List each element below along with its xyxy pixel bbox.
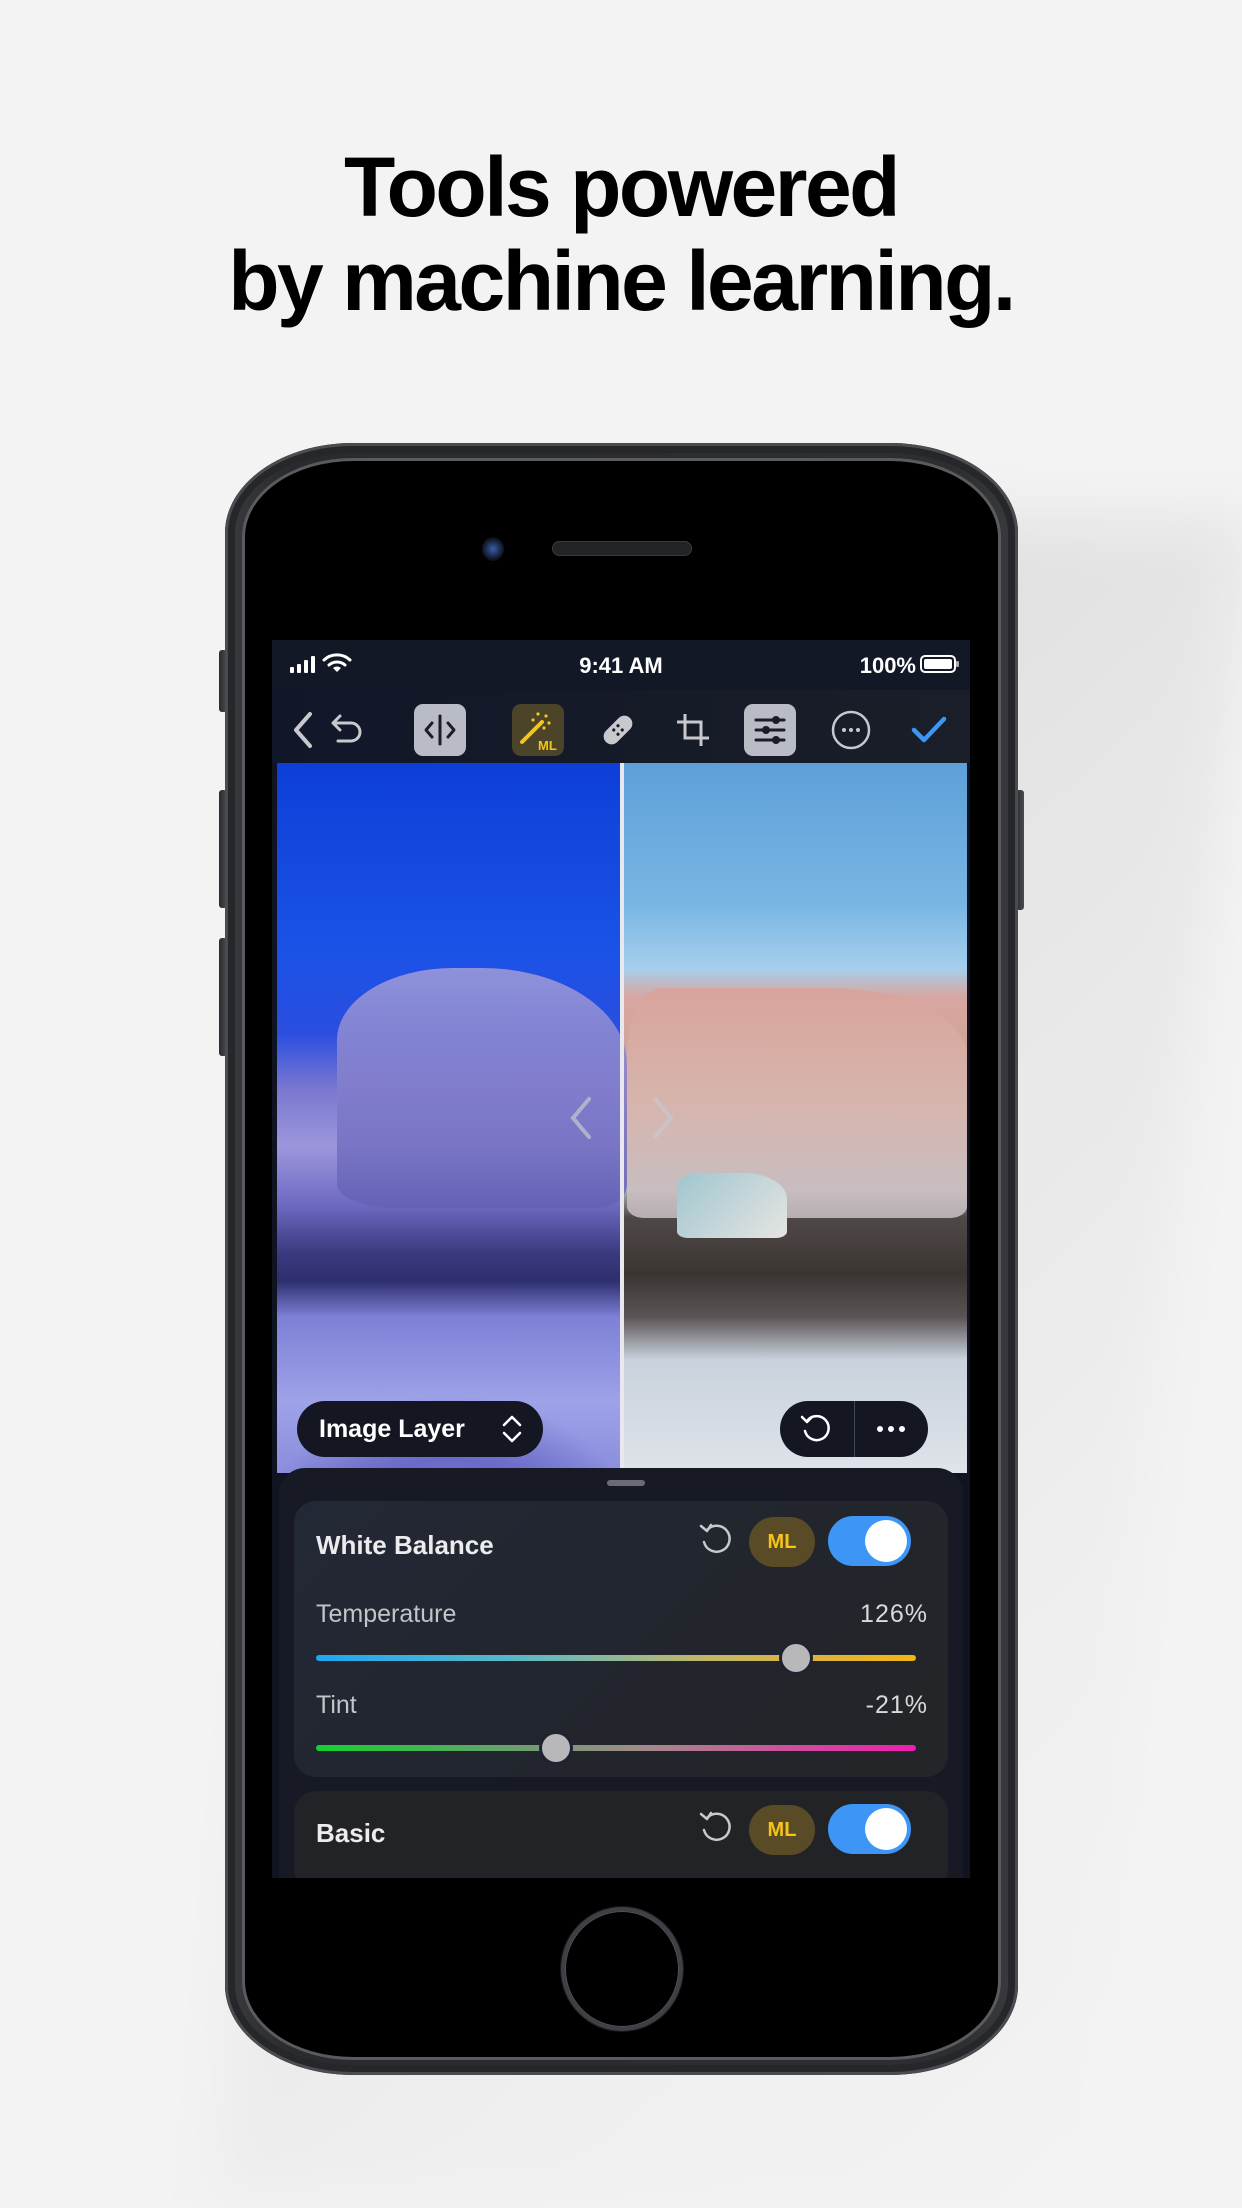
- panel-grabber[interactable]: [607, 1480, 645, 1486]
- bandage-icon: [603, 715, 633, 745]
- battery-icon: [920, 655, 959, 673]
- adjustments-button[interactable]: [744, 704, 796, 756]
- white-balance-title: White Balance: [316, 1530, 494, 1560]
- adjustments-panel: White Balance ML Temperature 126% Tint -…: [279, 1468, 963, 1878]
- layer-actions: [780, 1401, 928, 1457]
- basic-ml-button[interactable]: ML: [749, 1805, 815, 1855]
- temperature-value: 126%: [860, 1600, 928, 1628]
- front-camera-icon: [482, 537, 504, 561]
- battery-percent: 100%: [859, 653, 916, 678]
- compare-split-button[interactable]: [414, 704, 466, 756]
- ellipsis-icon: [877, 1426, 906, 1432]
- layer-more-button[interactable]: [855, 1401, 929, 1457]
- undo-button[interactable]: [322, 704, 374, 756]
- temperature-slider-thumb[interactable]: [779, 1641, 813, 1675]
- reset-icon: [800, 1414, 830, 1442]
- reset-layer-button[interactable]: [780, 1401, 854, 1457]
- toggle-knob: [865, 1520, 907, 1562]
- basic-title: Basic: [316, 1818, 386, 1848]
- crop-button[interactable]: [667, 704, 719, 756]
- headline: Tools powered by machine learning.: [0, 140, 1242, 328]
- reset-icon: [699, 1811, 731, 1841]
- reset-icon: [699, 1523, 731, 1553]
- crop-icon: [677, 714, 709, 746]
- basic-toggle[interactable]: [828, 1804, 911, 1854]
- home-button[interactable]: [561, 1907, 683, 2031]
- white-balance-card: White Balance ML Temperature 126% Tint -…: [294, 1501, 948, 1777]
- status-bar: 9:41 AM 100%: [272, 640, 970, 690]
- white-balance-reset-button[interactable]: [694, 1517, 740, 1563]
- editor-toolbar: ML: [272, 690, 970, 763]
- layer-selector-label: Image Layer: [319, 1414, 465, 1443]
- checkmark-icon: [911, 716, 947, 743]
- done-button[interactable]: [903, 704, 955, 756]
- toggle-knob: [865, 1808, 907, 1850]
- layer-selector[interactable]: Image Layer: [297, 1401, 543, 1457]
- tint-slider-thumb[interactable]: [539, 1731, 573, 1765]
- chevron-left-icon: [294, 712, 312, 748]
- temperature-label: Temperature: [316, 1600, 457, 1628]
- compare-split-handle[interactable]: [620, 763, 624, 1473]
- svg-text:ML: ML: [538, 738, 557, 752]
- chevron-right-icon: [653, 1097, 674, 1139]
- ml-magic-wand-button[interactable]: ML: [512, 704, 564, 756]
- temperature-slider-track[interactable]: [316, 1655, 916, 1661]
- magic-wand-ml-icon: ML: [520, 712, 557, 752]
- tint-value: -21%: [865, 1691, 928, 1719]
- split-compare-icon: [424, 714, 456, 746]
- white-balance-ml-button[interactable]: ML: [749, 1517, 815, 1567]
- photo-canvas[interactable]: Image Layer: [277, 763, 967, 1473]
- headline-line-1: Tools powered: [344, 140, 900, 234]
- basic-card: Basic ML: [294, 1791, 948, 1878]
- white-balance-toggle[interactable]: [828, 1516, 911, 1566]
- chevron-left-icon: [570, 1097, 591, 1139]
- heal-bandage-button[interactable]: [592, 704, 644, 756]
- rock-formation-before: [337, 968, 627, 1208]
- chevron-up-down-icon: [502, 1415, 522, 1443]
- boulder: [677, 1173, 787, 1238]
- tint-label: Tint: [316, 1691, 357, 1719]
- app-screen: 9:41 AM 100% ML Image Layer White Balanc…: [272, 640, 970, 1878]
- ellipsis-circle-icon: [831, 710, 871, 750]
- earpiece-speaker: [552, 541, 692, 556]
- sliders-icon: [754, 716, 786, 744]
- tint-slider-track[interactable]: [316, 1745, 916, 1751]
- undo-arrow-icon: [331, 714, 362, 743]
- basic-reset-button[interactable]: [694, 1805, 740, 1851]
- more-button[interactable]: [825, 704, 877, 756]
- headline-line-2: by machine learning.: [228, 234, 1016, 328]
